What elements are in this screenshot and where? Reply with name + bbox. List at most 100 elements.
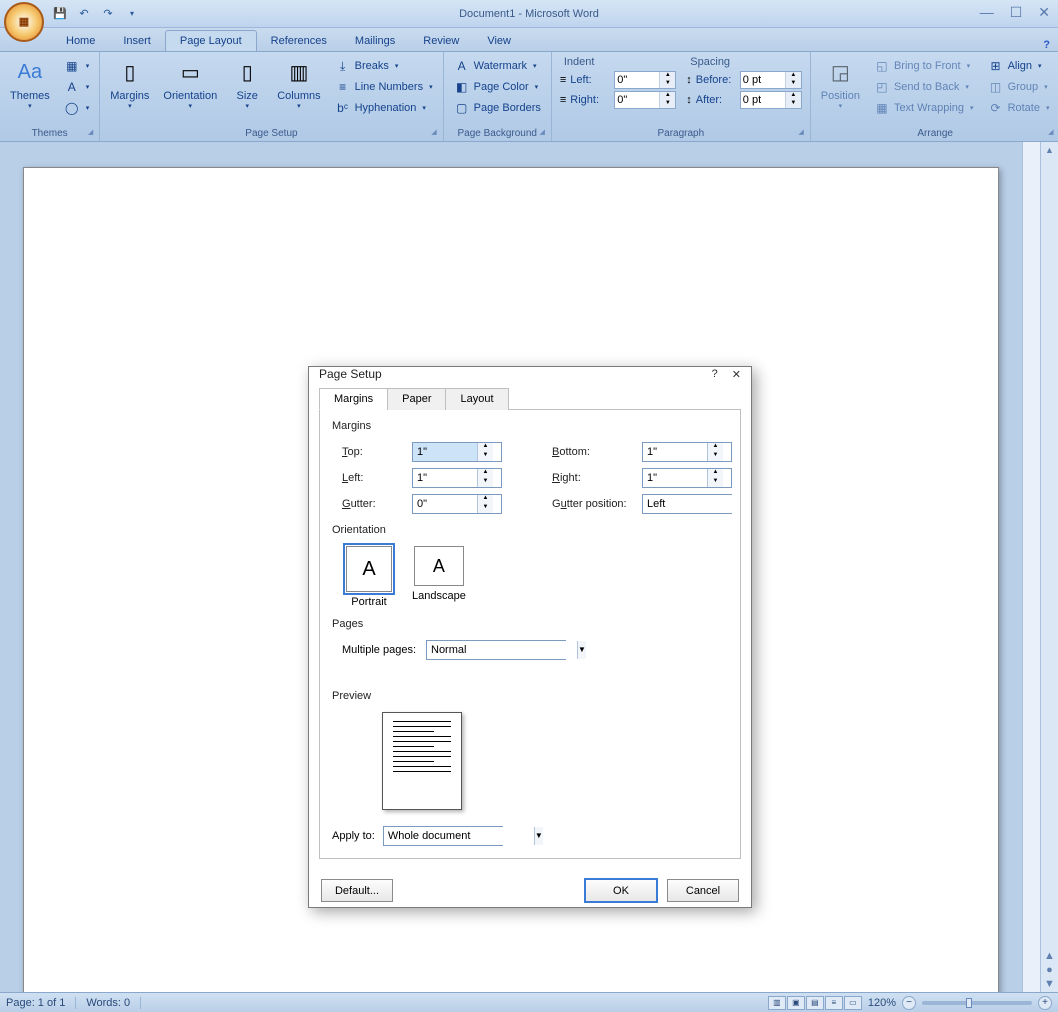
watermark-icon: A bbox=[454, 58, 470, 74]
close-button[interactable]: ✕ bbox=[1038, 4, 1050, 21]
minimize-button[interactable]: — bbox=[980, 4, 994, 21]
indent-header: Indent bbox=[560, 54, 676, 70]
indent-right-input[interactable]: ▲▼ bbox=[614, 91, 676, 109]
zoom-in-button[interactable]: + bbox=[1038, 996, 1052, 1010]
qat-customize-icon[interactable]: ▾ bbox=[124, 6, 140, 22]
label-apply-to: Apply to: bbox=[332, 830, 375, 842]
group-label-page-background: Page Background bbox=[448, 126, 547, 141]
default-button[interactable]: Default... bbox=[321, 879, 393, 902]
view-draft-icon[interactable]: ▭ bbox=[844, 996, 862, 1010]
undo-icon[interactable]: ↶ bbox=[76, 6, 92, 22]
vertical-scrollbar[interactable]: ▲ ▲ ● ▼ bbox=[1040, 142, 1058, 992]
help-icon[interactable]: ? bbox=[1035, 39, 1058, 51]
tab-page-layout[interactable]: Page Layout bbox=[165, 30, 257, 51]
line-numbers-button[interactable]: ≡Line Numbers▾ bbox=[331, 77, 437, 97]
dlg-tab-paper[interactable]: Paper bbox=[387, 388, 446, 410]
columns-icon: ▥ bbox=[283, 56, 315, 88]
hyphenation-button[interactable]: bᶜHyphenation▾ bbox=[331, 98, 437, 118]
dlg-tab-margins[interactable]: Margins bbox=[319, 388, 388, 410]
input-bottom[interactable]: ▲▼ bbox=[642, 442, 732, 462]
breaks-button[interactable]: ⤓Breaks▾ bbox=[331, 56, 437, 76]
colors-icon: ▦ bbox=[64, 58, 80, 74]
group-label-arrange: Arrange bbox=[815, 126, 1056, 141]
margins-icon: ▯ bbox=[114, 56, 146, 88]
size-button[interactable]: ▯Size▾ bbox=[225, 54, 269, 112]
input-multiple-pages[interactable]: ▼ bbox=[426, 640, 566, 660]
orientation-icon: ▭ bbox=[174, 56, 206, 88]
indent-left-input[interactable]: ▲▼ bbox=[614, 71, 676, 89]
line-numbers-icon: ≡ bbox=[335, 79, 351, 95]
scroll-up-icon[interactable]: ▲ bbox=[1045, 142, 1054, 158]
send-to-back-button[interactable]: ◰Send to Back▾ bbox=[870, 77, 978, 97]
input-gutter[interactable]: ▲▼ bbox=[412, 494, 502, 514]
rotate-button[interactable]: ⟳Rotate▾ bbox=[984, 98, 1054, 118]
align-button[interactable]: ⊞Align▾ bbox=[984, 56, 1054, 76]
status-words[interactable]: Words: 0 bbox=[86, 997, 141, 1009]
view-web-layout-icon[interactable]: ▤ bbox=[806, 996, 824, 1010]
dialog-close-icon[interactable]: ✕ bbox=[732, 368, 741, 381]
view-print-layout-icon[interactable]: ▥ bbox=[768, 996, 786, 1010]
prev-page-icon[interactable]: ▲ bbox=[1044, 950, 1055, 962]
dialog-help-icon[interactable]: ? bbox=[712, 368, 718, 381]
spacing-after-input[interactable]: ▲▼ bbox=[740, 91, 802, 109]
margins-button[interactable]: ▯Margins▾ bbox=[104, 54, 155, 112]
office-button[interactable]: ▦ bbox=[4, 2, 44, 42]
tab-references[interactable]: References bbox=[257, 31, 341, 51]
theme-colors-button[interactable]: ▦▾ bbox=[60, 56, 94, 76]
orientation-landscape[interactable]: A Landscape bbox=[412, 546, 466, 608]
tab-insert[interactable]: Insert bbox=[109, 31, 165, 51]
zoom-slider[interactable] bbox=[922, 1001, 1032, 1005]
view-outline-icon[interactable]: ≡ bbox=[825, 996, 843, 1010]
orientation-button[interactable]: ▭Orientation▾ bbox=[157, 54, 223, 112]
group-button[interactable]: ◫Group▾ bbox=[984, 77, 1054, 97]
ribbon: Aa Themes ▾ ▦▾ A▾ ◯▾ Themes ▯Margins▾ ▭O… bbox=[0, 52, 1058, 142]
columns-button[interactable]: ▥Columns▾ bbox=[271, 54, 326, 112]
bring-to-front-button[interactable]: ◱Bring to Front▾ bbox=[870, 56, 978, 76]
dialog-titlebar[interactable]: Page Setup ? ✕ bbox=[309, 367, 751, 381]
spacing-before-icon: ↕ bbox=[686, 74, 692, 86]
ok-button[interactable]: OK bbox=[585, 879, 657, 902]
bring-front-icon: ◱ bbox=[874, 58, 890, 74]
browse-object-icon[interactable]: ● bbox=[1046, 964, 1053, 976]
status-page[interactable]: Page: 1 of 1 bbox=[6, 997, 76, 1009]
spacing-before-input[interactable]: ▲▼ bbox=[740, 71, 802, 89]
position-button[interactable]: ◲Position▾ bbox=[815, 54, 866, 112]
dlg-tab-layout[interactable]: Layout bbox=[445, 388, 508, 410]
orientation-portrait[interactable]: A Portrait bbox=[346, 546, 392, 608]
watermark-button[interactable]: AWatermark▾ bbox=[450, 56, 545, 76]
page-borders-button[interactable]: ▢Page Borders bbox=[450, 98, 545, 118]
input-right[interactable]: ▲▼ bbox=[642, 468, 732, 488]
zoom-percent[interactable]: 120% bbox=[868, 997, 896, 1009]
fonts-icon: A bbox=[64, 79, 80, 95]
input-gutter-pos[interactable]: ▼ bbox=[642, 494, 732, 514]
save-icon[interactable]: 💾 bbox=[52, 6, 68, 22]
chevron-down-icon[interactable]: ▼ bbox=[577, 641, 586, 659]
cancel-button[interactable]: Cancel bbox=[667, 879, 739, 902]
send-back-icon: ◰ bbox=[874, 79, 890, 95]
view-full-screen-icon[interactable]: ▣ bbox=[787, 996, 805, 1010]
theme-effects-button[interactable]: ◯▾ bbox=[60, 98, 94, 118]
redo-icon[interactable]: ↷ bbox=[100, 6, 116, 22]
pages-section-label: Pages bbox=[332, 618, 728, 630]
chevron-down-icon[interactable]: ▼ bbox=[534, 827, 543, 845]
next-page-icon[interactable]: ▼ bbox=[1044, 978, 1055, 990]
theme-fonts-button[interactable]: A▾ bbox=[60, 77, 94, 97]
text-wrap-icon: ▦ bbox=[874, 100, 890, 116]
maximize-button[interactable]: ☐ bbox=[1010, 4, 1023, 21]
zoom-out-button[interactable]: − bbox=[902, 996, 916, 1010]
themes-button[interactable]: Aa Themes ▾ bbox=[4, 54, 56, 112]
tab-view[interactable]: View bbox=[473, 31, 525, 51]
tab-review[interactable]: Review bbox=[409, 31, 473, 51]
tab-mailings[interactable]: Mailings bbox=[341, 31, 409, 51]
input-left[interactable]: ▲▼ bbox=[412, 468, 502, 488]
page-borders-icon: ▢ bbox=[454, 100, 470, 116]
input-apply-to[interactable]: ▼ bbox=[383, 826, 503, 846]
group-label-themes: Themes bbox=[4, 126, 95, 141]
tab-home[interactable]: Home bbox=[52, 31, 109, 51]
orientation-section-label: Orientation bbox=[332, 524, 728, 536]
indent-right-icon: ≡ bbox=[560, 94, 566, 106]
input-top[interactable]: ▲▼ bbox=[412, 442, 502, 462]
group-label-paragraph: Paragraph bbox=[556, 126, 806, 141]
page-color-button[interactable]: ◧Page Color▾ bbox=[450, 77, 545, 97]
text-wrapping-button[interactable]: ▦Text Wrapping▾ bbox=[870, 98, 978, 118]
